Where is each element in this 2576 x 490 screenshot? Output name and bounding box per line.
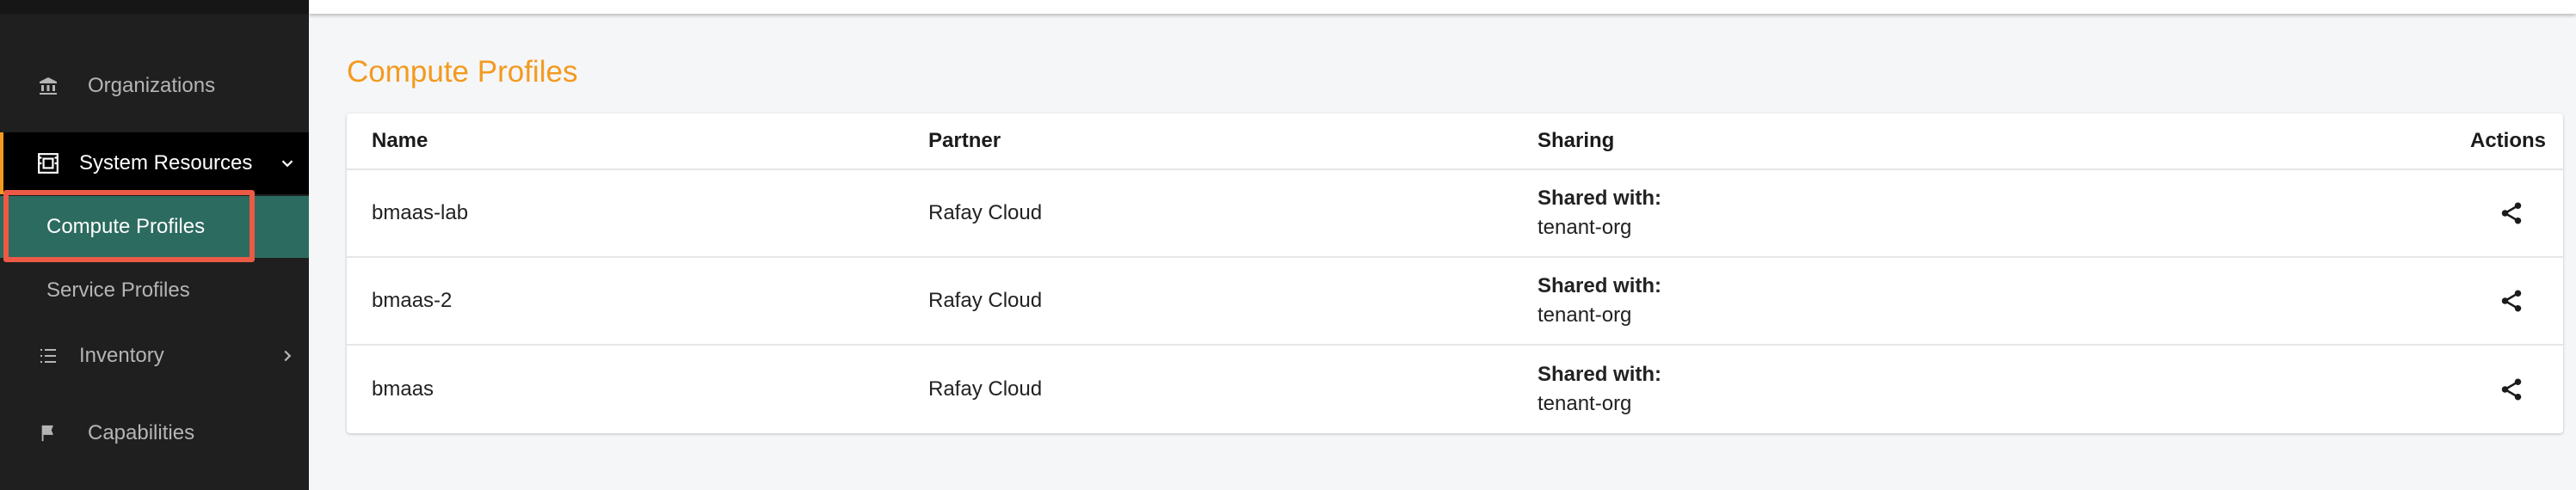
share-icon[interactable] (2498, 287, 2525, 315)
table-row: bmaas-2 Rafay Cloud Shared with: tenant-… (347, 258, 2563, 346)
sidebar-item-inventory[interactable]: Inventory (0, 325, 309, 387)
page-title: Compute Profiles (347, 55, 578, 89)
list-icon (36, 344, 60, 368)
highlight-annotation (3, 190, 255, 262)
sharing-value: tenant-org (1538, 216, 1632, 239)
sharing-label: Shared with: (1538, 274, 1662, 297)
row-sharing: Shared with: tenant-org (1538, 346, 1661, 433)
table-row: bmaas-lab Rafay Cloud Shared with: tenan… (347, 170, 2563, 258)
sharing-value: tenant-org (1538, 392, 1632, 415)
share-icon[interactable] (2498, 376, 2525, 403)
table-row: bmaas Rafay Cloud Shared with: tenant-or… (347, 346, 2563, 433)
column-header-name: Name (372, 129, 428, 152)
sharing-value: tenant-org (1538, 303, 1632, 327)
chevron-right-icon[interactable] (278, 346, 297, 365)
row-name: bmaas (372, 377, 434, 401)
column-header-partner: Partner (928, 129, 1001, 152)
sidebar: Organizations System Resources Compute P… (0, 0, 309, 490)
sidebar-item-label: Capabilities (88, 421, 195, 444)
column-header-actions: Actions (2469, 129, 2546, 152)
column-header-sharing: Sharing (1538, 129, 1615, 152)
bank-icon (36, 74, 60, 98)
sidebar-item-capabilities[interactable]: Capabilities (0, 406, 309, 461)
row-name: bmaas-lab (372, 201, 469, 224)
sidebar-item-label: Service Profiles (46, 279, 190, 302)
row-partner: Rafay Cloud (928, 201, 1043, 224)
sidebar-item-label: Organizations (88, 74, 216, 97)
resources-icon (36, 151, 60, 175)
table-header: Name Partner Sharing Actions (347, 113, 2563, 170)
row-partner: Rafay Cloud (928, 377, 1043, 401)
sidebar-item-label: Inventory (79, 344, 164, 367)
row-name: bmaas-2 (372, 289, 453, 312)
row-sharing: Shared with: tenant-org (1538, 170, 1661, 256)
share-icon[interactable] (2498, 199, 2525, 227)
compute-profiles-table: Name Partner Sharing Actions bmaas-lab R… (347, 113, 2563, 433)
flag-icon (36, 421, 60, 445)
sidebar-item-system-resources[interactable]: System Resources (0, 132, 309, 194)
sharing-label: Shared with: (1538, 187, 1662, 210)
top-bar (309, 0, 2576, 14)
sidebar-subitem-service-profiles[interactable]: Service Profiles (0, 260, 309, 322)
sidebar-item-label: System Resources (79, 151, 253, 175)
sidebar-item-organizations[interactable]: Organizations (0, 58, 309, 113)
row-partner: Rafay Cloud (928, 289, 1043, 312)
row-sharing: Shared with: tenant-org (1538, 258, 1661, 344)
chevron-down-icon[interactable] (278, 154, 297, 173)
sharing-label: Shared with: (1538, 363, 1662, 386)
